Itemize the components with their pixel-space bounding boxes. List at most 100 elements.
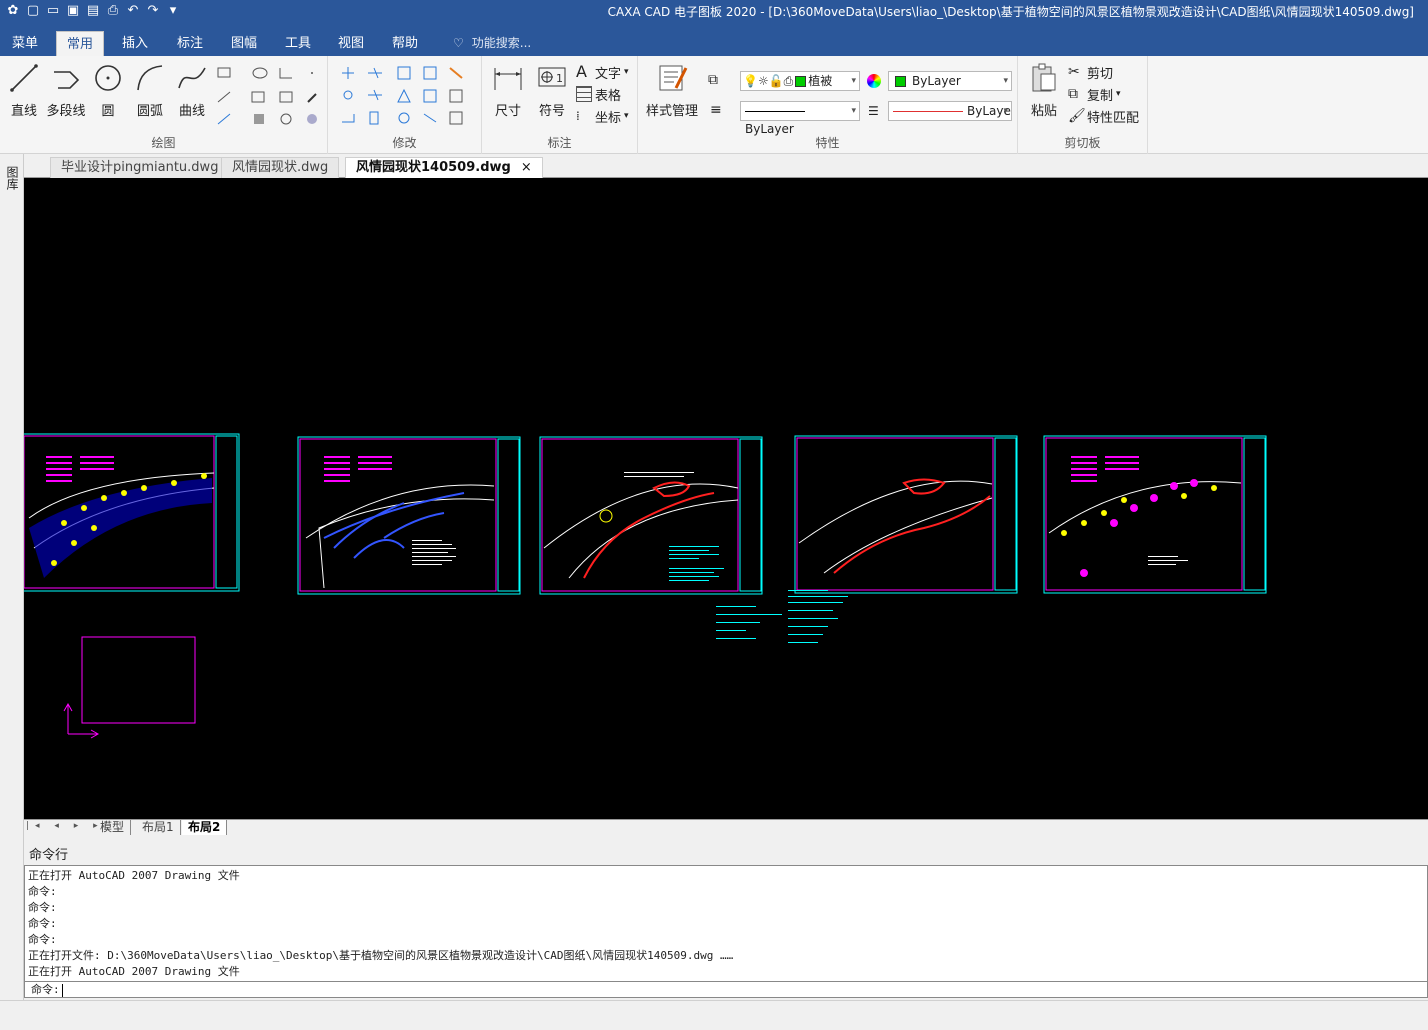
paste-button[interactable]: 粘贴 [1022, 62, 1066, 119]
cut-button[interactable]: ✂ 剪切 [1068, 62, 1113, 82]
match-properties-button[interactable]: 🖌 特性匹配 [1068, 106, 1139, 126]
lineweight-sample [893, 111, 963, 112]
tab-home[interactable]: 常用 [56, 31, 105, 56]
doc-tab-3[interactable]: 风情园现状140509.dwg × [345, 157, 543, 178]
coordinate-button[interactable]: ⁞ 坐标 ▾ [576, 106, 629, 126]
tab-annotate[interactable]: 标注 [167, 31, 213, 56]
customize-qat-icon[interactable]: ▾ [166, 4, 180, 18]
command-history: 正在打开 AutoCAD 2007 Drawing 文件 命令: 命令: 命令:… [24, 865, 1428, 998]
feature-search[interactable]: ♡ 功能搜索... [453, 31, 531, 56]
library-label[interactable]: 图库 [4, 166, 19, 190]
command-panel-title: 命令行 [29, 848, 69, 863]
lightbulb-icon: 💡 [743, 74, 758, 88]
layer-manager-icon[interactable]: ⧉ [708, 72, 718, 88]
coordinate-label: 坐标 [595, 110, 622, 126]
curve-label: 曲线 [178, 104, 205, 119]
drawing-sheet-2 [297, 436, 521, 595]
lineweight-value: ByLaye [967, 104, 1011, 118]
dimension-button[interactable]: 尺寸 [486, 62, 530, 119]
table-label: 表格 [595, 88, 622, 104]
group-properties: 样式管理 ⧉ ≡ 💡☼🔓⎙ 植被 ByLayer ByLayer ☰ ByLaye… [638, 56, 1018, 154]
copy-icon: ⧉ [1068, 86, 1078, 102]
paste-label: 粘贴 [1030, 104, 1057, 119]
linetype-dropdown[interactable]: ByLayer [740, 101, 860, 136]
drawing-svg[interactable] [24, 178, 1428, 819]
layout-tab-bar: |◂ ◂ ▸ ▸| 模型 布局1 布局2 [24, 819, 1428, 835]
tab-insert[interactable]: 插入 [112, 31, 158, 56]
modify-tools[interactable] [338, 64, 474, 130]
redo-icon[interactable]: ↷ [146, 4, 160, 18]
tab-layout2[interactable]: 布局2 [182, 820, 228, 835]
library-side-panel[interactable]: 图库 [0, 154, 24, 1000]
line-label: 直线 [10, 104, 37, 119]
save-icon[interactable]: ▣ [66, 4, 80, 18]
app-logo-icon[interactable]: ✿ [6, 4, 20, 18]
cut-label: 剪切 [1087, 66, 1114, 82]
layer-dropdown[interactable]: 💡☼🔓⎙ 植被 [740, 71, 860, 91]
color-swatch [895, 76, 906, 87]
modify-group-label: 修改 [392, 136, 417, 150]
layer-color-swatch [795, 76, 807, 87]
tab-sheet[interactable]: 图幅 [221, 31, 267, 56]
polyline-icon [54, 71, 80, 89]
tab-view[interactable]: 视图 [328, 31, 374, 56]
tab-layout1[interactable]: 布局1 [136, 820, 181, 835]
spline-icon [178, 67, 206, 89]
window-title: CAXA CAD 电子图板 2020 - [D:\360MoveData\Use… [607, 5, 1414, 19]
document-tab-bar: 毕业设计pingmiantu.dwg 风情园现状.dwg 风情园现状140509… [24, 154, 1428, 178]
doc-tab-2[interactable]: 风情园现状.dwg [221, 157, 340, 178]
copy-button[interactable]: ⧉ 复制 ▾ [1068, 84, 1121, 104]
tab-menu[interactable]: 菜单 [2, 31, 48, 56]
dimension-label: 尺寸 [494, 104, 521, 119]
sun-icon: ☼ [757, 74, 769, 88]
curve-button[interactable]: 曲线 [170, 62, 214, 119]
text-button[interactable]: A 文字 ▾ [576, 62, 629, 82]
circle-icon [95, 65, 121, 91]
save-as-icon[interactable]: ▤ [86, 4, 100, 18]
lineweight-dropdown[interactable]: ByLaye [888, 101, 1012, 121]
doc-tab-label: 毕业设计pingmiantu.dwg [61, 160, 219, 175]
polyline-label: 多段线 [46, 104, 86, 119]
style-manager-button[interactable]: 样式管理 [644, 62, 700, 119]
polyline-button[interactable]: 多段线 [44, 62, 88, 119]
lineweight-icon[interactable]: ☰ [868, 104, 879, 118]
clipboard-group-label: 剪切板 [1064, 136, 1101, 150]
doc-tab-label: 风情园现状.dwg [232, 160, 329, 175]
tab-tools[interactable]: 工具 [275, 31, 321, 56]
color-wheel-icon[interactable] [867, 74, 881, 88]
paint-brush-icon: 🖌 [1068, 108, 1086, 124]
ucs-icon [63, 702, 100, 739]
drawing-sheet-3 [539, 436, 763, 595]
search-placeholder: 功能搜索... [471, 36, 532, 50]
tab-help[interactable]: 帮助 [382, 31, 428, 56]
layer-more-icon[interactable]: ≡ [710, 102, 722, 118]
new-file-icon[interactable]: ▢ [26, 4, 40, 18]
draw-small-tools[interactable] [214, 64, 322, 130]
line-button[interactable]: 直线 [2, 62, 46, 119]
tab-model[interactable]: 模型 [94, 820, 132, 835]
undo-icon[interactable]: ↶ [126, 4, 140, 18]
command-line: 命令: [28, 901, 57, 914]
doc-tab-1[interactable]: 毕业设计pingmiantu.dwg [50, 157, 230, 178]
status-bar [0, 1000, 1428, 1030]
open-file-icon[interactable]: ▭ [46, 4, 60, 18]
symbol-button[interactable]: 1 符号 [530, 62, 574, 119]
drawing-canvas[interactable] [24, 178, 1428, 819]
circle-button[interactable]: 圆 [86, 62, 130, 119]
color-dropdown[interactable]: ByLayer [888, 71, 1012, 91]
layer-name: 植被 [808, 74, 833, 88]
table-button[interactable]: 表格 [576, 84, 621, 104]
group-draw: 直线 多段线 圆 圆弧 曲线 绘图 [0, 56, 328, 154]
print-icon[interactable]: ⎙ [106, 4, 120, 18]
line-icon [10, 64, 38, 92]
command-line: 命令: [28, 917, 57, 930]
lock-icon: 🔓 [768, 74, 784, 88]
ribbon-tab-bar: 菜单 常用 插入 标注 图幅 工具 视图 帮助 ♡ 功能搜索... [0, 31, 1428, 56]
arc-button[interactable]: 圆弧 [128, 62, 172, 119]
text-icon: A [576, 62, 587, 81]
command-input[interactable]: 命令: [25, 981, 1427, 997]
ribbon: 直线 多段线 圆 圆弧 曲线 绘图 修改 尺寸 1 符号 A 文字 ▾ 表格 ⁞… [0, 56, 1428, 154]
close-icon[interactable]: × [521, 160, 532, 175]
symbol-label: 符号 [538, 104, 565, 119]
draw-group-label: 绘图 [151, 136, 176, 150]
